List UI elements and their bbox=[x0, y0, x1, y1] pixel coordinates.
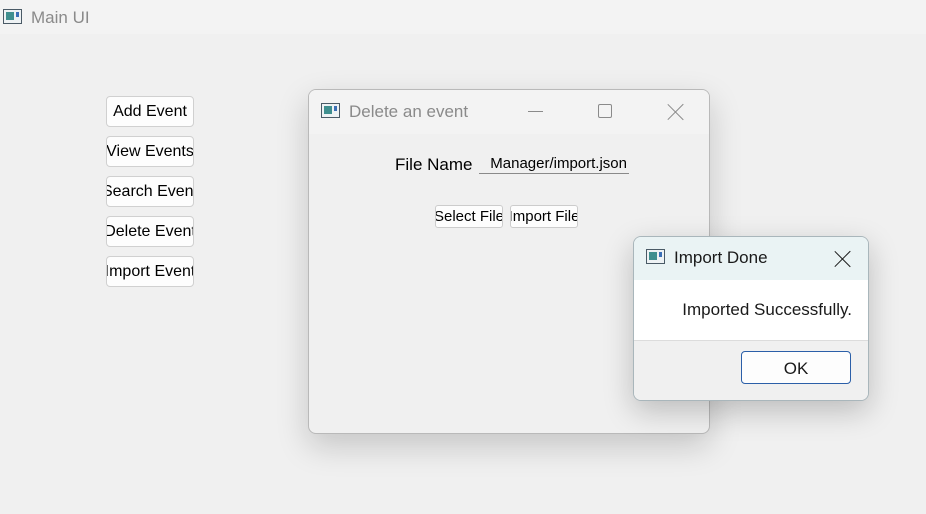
add-event-label: Add Event bbox=[113, 103, 187, 120]
delete-window-title: Delete an event bbox=[349, 102, 469, 121]
delete-window-titlebar[interactable]: Delete an event bbox=[309, 90, 709, 134]
search-event-button[interactable]: Search Event bbox=[106, 176, 194, 207]
import-done-dialog: Import Done Imported Successfully. OK bbox=[633, 236, 869, 401]
import-file-label: Import File bbox=[510, 208, 578, 225]
app-icon bbox=[3, 9, 22, 24]
view-events-button[interactable]: View Events bbox=[106, 136, 194, 167]
add-event-button[interactable]: Add Event bbox=[106, 96, 194, 127]
import-event-label: Import Event bbox=[106, 263, 194, 280]
import-dialog-footer: OK bbox=[634, 340, 868, 400]
maximize-button[interactable] bbox=[570, 90, 640, 134]
app-icon bbox=[321, 103, 340, 118]
search-event-label: Search Event bbox=[106, 183, 194, 200]
ok-label: OK bbox=[783, 359, 809, 378]
file-path-value: Manager/import.json bbox=[490, 155, 627, 172]
delete-event-label: Delete Event bbox=[106, 223, 194, 240]
close-icon bbox=[667, 103, 684, 120]
app-icon bbox=[646, 249, 665, 264]
ok-button[interactable]: OK bbox=[741, 351, 851, 384]
file-path-field[interactable]: Manager/import.json bbox=[479, 154, 629, 174]
file-name-label: File Name bbox=[395, 155, 473, 174]
minimize-icon bbox=[528, 111, 543, 112]
close-icon bbox=[834, 250, 851, 267]
import-message: Imported Successfully. bbox=[682, 300, 852, 319]
minimize-button[interactable] bbox=[500, 90, 570, 134]
import-event-button[interactable]: Import Event bbox=[106, 256, 194, 287]
import-dialog-body: Imported Successfully. bbox=[634, 280, 868, 340]
select-file-label: Select File bbox=[435, 208, 503, 225]
import-dialog-title: Import Done bbox=[674, 248, 768, 267]
window-title: Main UI bbox=[31, 8, 90, 27]
delete-event-button[interactable]: Delete Event bbox=[106, 216, 194, 247]
import-file-button[interactable]: Import File bbox=[510, 205, 578, 228]
import-dialog-titlebar[interactable]: Import Done bbox=[634, 237, 868, 280]
close-button[interactable] bbox=[640, 90, 709, 134]
select-file-button[interactable]: Select File bbox=[435, 205, 503, 228]
import-dialog-close-button[interactable] bbox=[818, 237, 868, 280]
maximize-icon bbox=[598, 104, 612, 118]
view-events-label: View Events bbox=[106, 143, 194, 160]
main-titlebar: Main UI bbox=[0, 0, 926, 34]
